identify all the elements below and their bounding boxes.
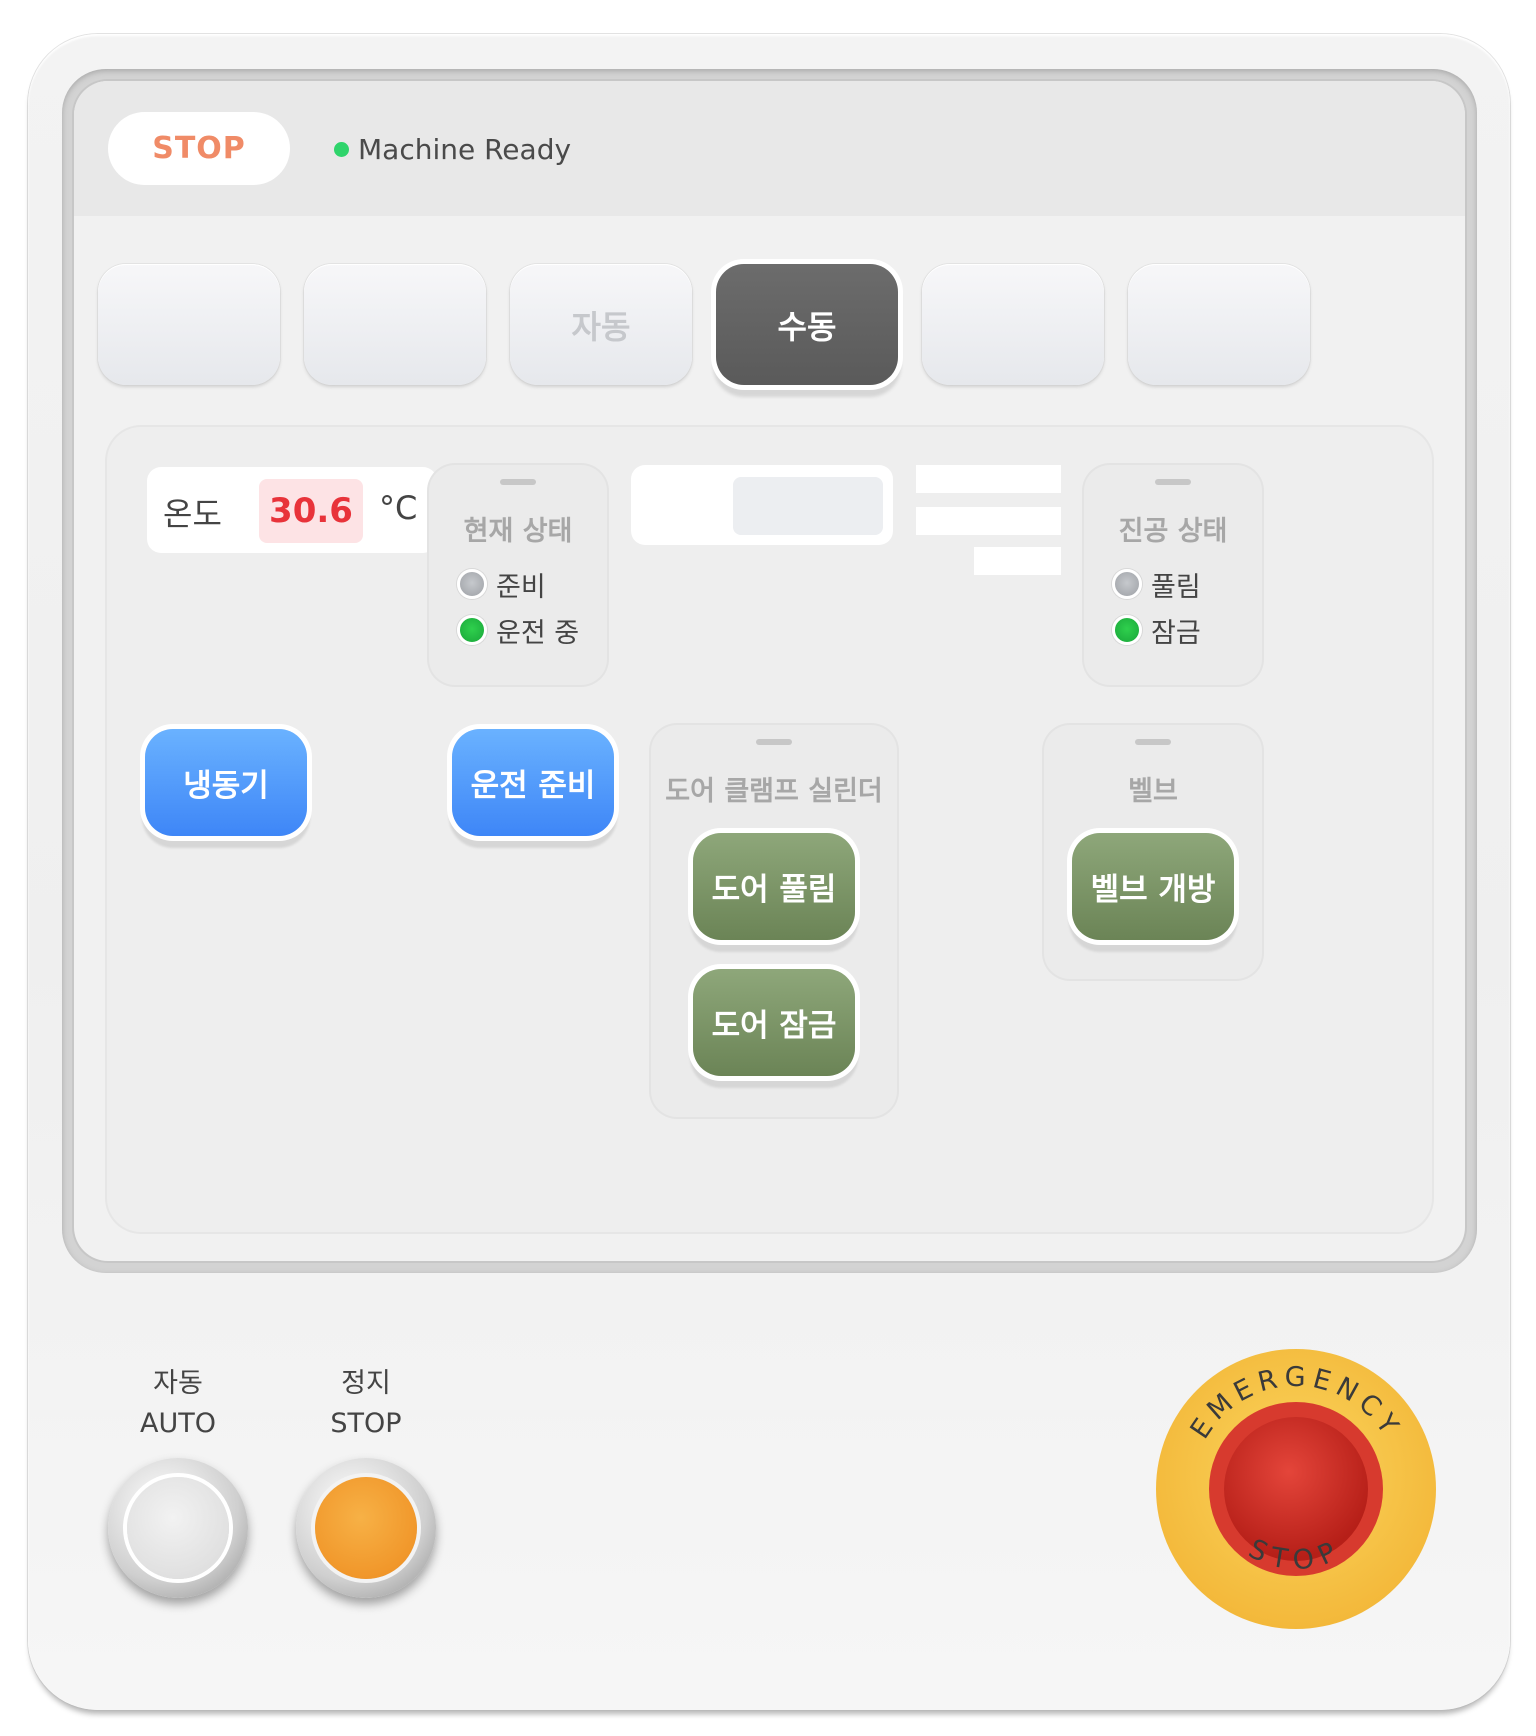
blank-bar-1 [916, 465, 1061, 493]
blank-display-field [733, 477, 883, 535]
state-running-row: 운전 중 [457, 613, 580, 649]
door-clamp-title: 도어 클램프 실린더 [665, 776, 883, 807]
valve-open-button[interactable]: 벨브 개방 [1072, 833, 1234, 940]
door-release-button[interactable]: 도어 풀림 [693, 833, 855, 940]
status-dot-icon [334, 141, 349, 157]
stop-label-ko: 정지 [341, 1368, 391, 1399]
valve-group: 벨브 벨브 개방 [1044, 725, 1262, 979]
progress-bar [916, 547, 1061, 575]
temperature-unit: °C [379, 489, 418, 527]
header-bar: STOP Machine Ready [74, 81, 1465, 216]
vacuum-release-row: 풀림 [1112, 567, 1201, 603]
machine-status: Machine Ready [334, 131, 571, 167]
auto-switch-label: 자동 AUTO [98, 1364, 258, 1444]
state-ready-label: 준비 [496, 571, 546, 603]
freezer-button[interactable]: 냉동기 [145, 729, 307, 836]
lamp-icon [457, 569, 487, 599]
mode-tab-auto[interactable]: 자동 [510, 264, 692, 385]
drag-handle-icon[interactable] [500, 479, 536, 485]
state-running-label: 운전 중 [496, 617, 580, 649]
run-ready-button[interactable]: 운전 준비 [452, 729, 614, 836]
vacuum-lock-label: 잠금 [1151, 617, 1201, 649]
auto-pushbutton[interactable] [108, 1458, 248, 1598]
main-panel: 온도 30.6 °C 현재 상태 준비 운전 중 진공 상태 풀림 잠금 냉동기… [107, 427, 1432, 1232]
stop-pushbutton[interactable] [296, 1458, 436, 1598]
vacuum-state-group: 진공 상태 풀림 잠금 [1084, 465, 1262, 685]
current-state-group: 현재 상태 준비 운전 중 [429, 465, 607, 685]
blank-bar-2 [916, 507, 1061, 535]
door-lock-button[interactable]: 도어 잠금 [693, 969, 855, 1076]
state-ready-row: 준비 [457, 567, 546, 603]
stop-switch-label: 정지 STOP [286, 1364, 446, 1444]
auto-pushbutton-cap [127, 1477, 229, 1579]
stop-pushbutton-cap [315, 1477, 417, 1579]
mode-tab-manual[interactable]: 수동 [716, 264, 898, 385]
temperature-label: 온도 [163, 495, 222, 533]
temperature-display: 온도 30.6 °C [147, 467, 437, 553]
blank-display-card [631, 465, 893, 545]
lamp-icon [1112, 615, 1142, 645]
lamp-icon [1112, 569, 1142, 599]
drag-handle-icon[interactable] [756, 739, 792, 745]
drag-handle-icon[interactable] [1155, 479, 1191, 485]
hmi-screen: STOP Machine Ready 자동 수동 온도 30.6 °C 현재 상… [74, 81, 1465, 1261]
progress-fill [916, 547, 974, 575]
vacuum-lock-row: 잠금 [1112, 613, 1201, 649]
current-state-title: 현재 상태 [463, 516, 573, 547]
valve-title: 벨브 [1128, 776, 1178, 807]
auto-label-en: AUTO [140, 1408, 216, 1439]
auto-label-ko: 자동 [153, 1368, 203, 1399]
emergency-stop-button[interactable]: EMERGENCY STOP [1155, 1348, 1437, 1630]
lamp-icon [457, 615, 487, 645]
mode-tab-1[interactable] [98, 264, 280, 385]
door-clamp-group: 도어 클램프 실린더 도어 풀림 도어 잠금 [651, 725, 897, 1117]
drag-handle-icon[interactable] [1135, 739, 1171, 745]
mode-tab-2[interactable] [304, 264, 486, 385]
vacuum-release-label: 풀림 [1151, 571, 1201, 603]
mode-tab-6[interactable] [1128, 264, 1310, 385]
temperature-value: 30.6 [259, 479, 363, 543]
vacuum-state-title: 진공 상태 [1118, 516, 1228, 547]
stop-label-en: STOP [330, 1408, 402, 1439]
status-text: Machine Ready [358, 132, 572, 166]
mode-tab-5[interactable] [922, 264, 1104, 385]
stop-button[interactable]: STOP [108, 112, 290, 185]
estop-mushroom-cap [1224, 1417, 1368, 1561]
